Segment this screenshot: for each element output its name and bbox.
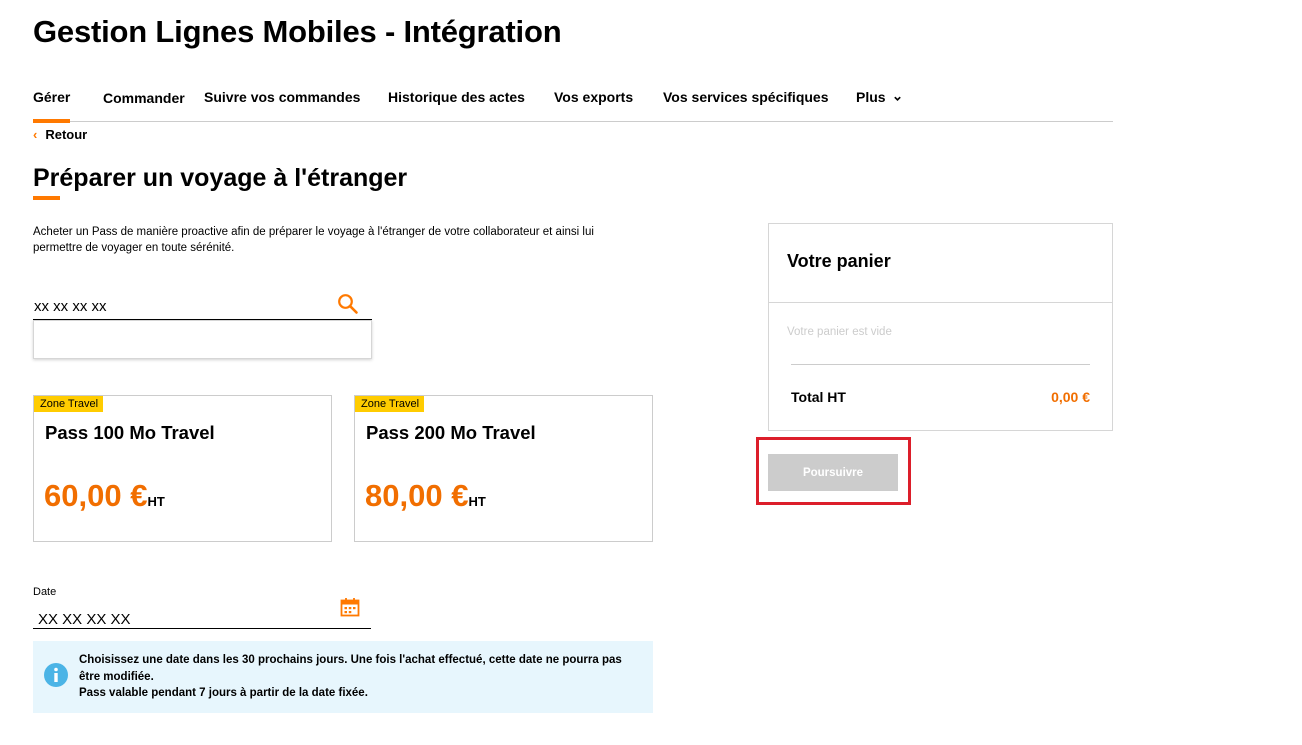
app-title: Gestion Lignes Mobiles - Intégration [33,14,562,49]
pass-card-100mo[interactable]: Zone Travel Pass 100 Mo Travel 60,00 €HT [33,395,332,542]
info-line-2: Pass valable pendant 7 jours à partir de… [79,687,368,699]
tab-plus[interactable]: Plus [856,89,902,105]
tab-services-specifiques[interactable]: Vos services spécifiques [663,89,829,105]
date-underline [33,628,371,629]
zone-tag: Zone Travel [34,396,104,412]
cart-divider [769,302,1112,303]
title-underline [33,196,60,200]
pass-price-unit: HT [147,494,165,509]
info-banner: Choisissez une date dans les 30 prochain… [33,641,653,713]
continue-button[interactable]: Poursuivre [768,454,898,491]
pass-price-unit: HT [468,494,486,509]
search-suggestions-dropdown[interactable] [33,320,372,359]
cart-title: Votre panier [787,251,891,271]
pass-card-200mo[interactable]: Zone Travel Pass 200 Mo Travel 80,00 €HT [354,395,653,542]
date-input[interactable] [38,609,328,629]
pass-price: 80,00 €HT [365,478,486,514]
cart-empty-text: Votre panier est vide [787,326,892,338]
pass-name: Pass 100 Mo Travel [45,422,215,443]
cart-panel: Votre panier Votre panier est vide Total… [768,223,1113,431]
page-title: Préparer un voyage à l'étranger [33,164,408,192]
pass-price: 60,00 €HT [44,478,165,514]
cart-divider [791,364,1090,365]
zone-tag: Zone Travel [355,396,425,412]
pass-price-value: 80,00 € [365,478,469,513]
pass-price-value: 60,00 € [44,478,148,513]
back-link[interactable]: ‹ Retour [33,127,87,142]
main-nav: Gérer Commander Suivre vos commandes His… [33,78,1113,123]
info-line-1: Choisissez une date dans les 30 prochain… [79,654,622,683]
tab-commander[interactable]: Commander [103,90,185,106]
tab-historique-actes[interactable]: Historique des actes [388,89,525,105]
calendar-icon[interactable] [340,597,360,617]
pass-name: Pass 200 Mo Travel [366,422,536,443]
date-label: Date [33,586,57,598]
cart-total-label: Total HT [791,389,846,405]
cart-total-value: 0,00 € [1051,389,1090,405]
line-search-input[interactable] [33,294,334,318]
tab-vos-exports[interactable]: Vos exports [554,89,633,105]
tab-suivre-commandes[interactable]: Suivre vos commandes [204,89,360,105]
page-description: Acheter un Pass de manière proactive afi… [33,226,594,254]
chevron-left-icon: ‹ [33,127,38,142]
tab-gerer[interactable]: Gérer [33,89,71,123]
back-label: Retour [45,127,88,142]
chevron-down-icon [894,96,902,101]
search-icon[interactable] [337,293,359,315]
info-text: Choisissez une date dans les 30 prochain… [79,652,639,702]
info-icon [44,663,68,687]
tab-plus-label: Plus [856,89,886,105]
